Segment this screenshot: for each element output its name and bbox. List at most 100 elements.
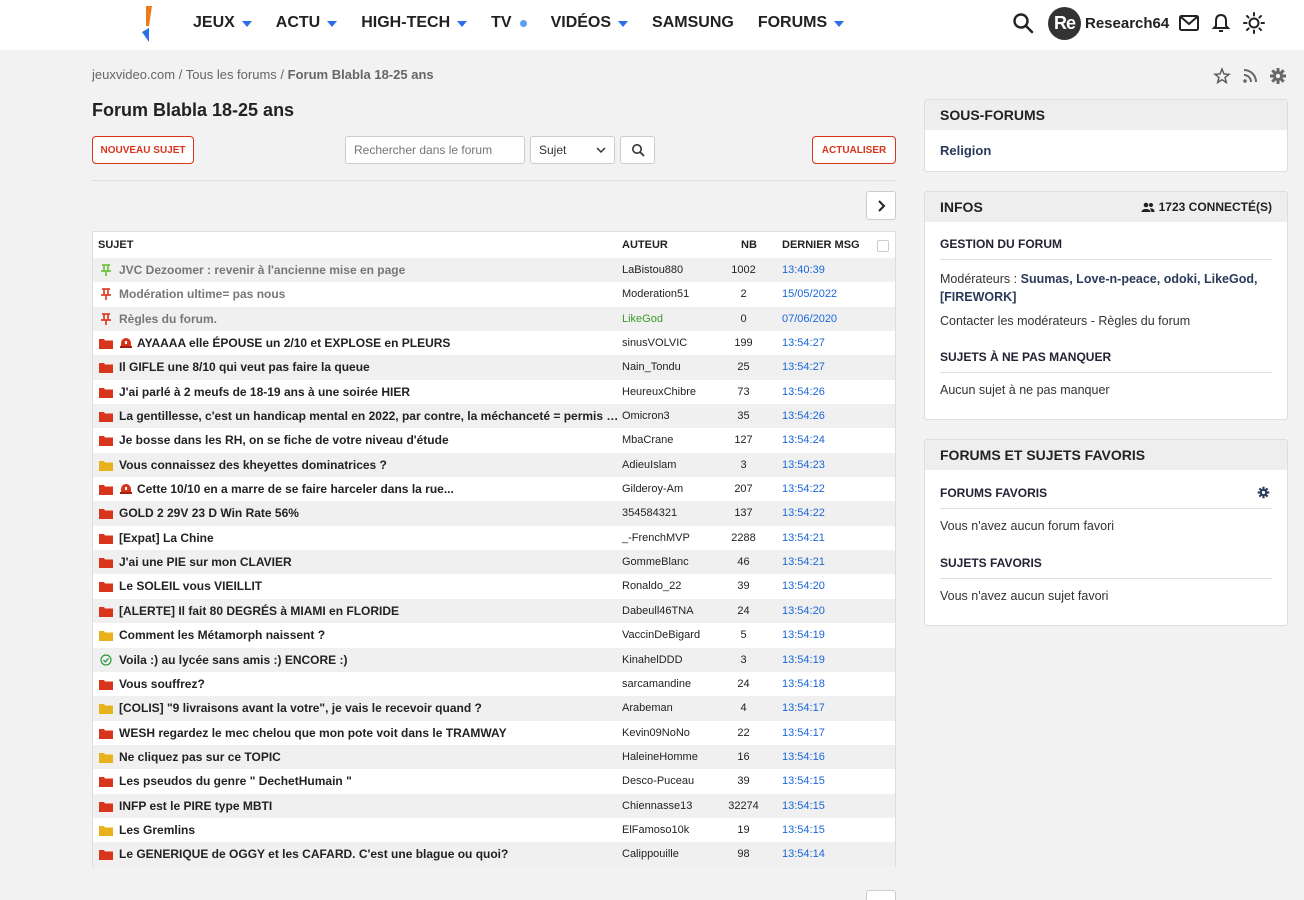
table-row[interactable]: GOLD 2 29V 23 D Win Rate 56% 354584321 137…: [93, 501, 895, 526]
topic-author[interactable]: Nain_Tondu: [622, 361, 681, 373]
topic-last-message-link[interactable]: 13:54:27: [782, 337, 825, 349]
contact-moderators-link[interactable]: Contacter les modérateurs - Règles du fo…: [940, 314, 1272, 328]
topic-title-link[interactable]: Il GIFLE une 8/10 qui veut pas faire la …: [119, 360, 619, 374]
theme-sun-icon[interactable]: [1243, 12, 1265, 34]
table-row[interactable]: Le SOLEIL vous VIEILLIT Ronaldo_22 39 13:54…: [93, 574, 895, 598]
topic-title-link[interactable]: La gentillesse, c'est un handicap mental…: [119, 409, 619, 423]
topic-author[interactable]: Omicron3: [622, 410, 670, 422]
topic-last-message-link[interactable]: 13:54:26: [782, 386, 825, 398]
topic-title-link[interactable]: Je bosse dans les RH, on se fiche de vot…: [119, 433, 619, 447]
topic-last-message-link[interactable]: 13:54:15: [782, 775, 825, 787]
topic-last-message-link[interactable]: 07/06/2020: [782, 313, 837, 325]
topic-title-link[interactable]: INFP est le PIRE type MBTI: [119, 799, 619, 813]
topic-title-link[interactable]: Vous connaissez des kheyettes dominatric…: [119, 458, 619, 472]
topic-title-link[interactable]: Règles du forum.: [119, 312, 619, 326]
table-row[interactable]: Vous connaissez des kheyettes dominatric…: [93, 452, 895, 478]
topic-title-link[interactable]: Ne cliquez pas sur ce TOPIC: [119, 750, 619, 764]
topic-last-message-link[interactable]: 13:54:24: [782, 434, 825, 446]
nav-item-high-tech[interactable]: HIGH-TECH: [361, 14, 468, 32]
topic-author[interactable]: HeureuxChibre: [622, 386, 696, 398]
topic-title-link[interactable]: [Expat] La Chine: [119, 531, 619, 545]
table-row[interactable]: AYAAAA elle ÉPOUSE un 2/10 et EXPLOSE en…: [93, 331, 895, 355]
forum-search-button[interactable]: [620, 136, 655, 164]
next-page-button[interactable]: [866, 191, 896, 220]
topic-title-link[interactable]: Voila :) au lycée sans amis :) ENCORE :): [119, 653, 619, 667]
topic-title-link[interactable]: Cette 10/10 en a marre de se faire harce…: [119, 482, 619, 496]
topic-author[interactable]: KinahelDDD: [622, 654, 683, 666]
topic-last-message-link[interactable]: 13:54:19: [782, 654, 825, 666]
table-row[interactable]: [Expat] La Chine _-FrenchMVP 2288 13:54:21: [93, 526, 895, 550]
topic-last-message-link[interactable]: 13:54:26: [782, 410, 825, 422]
topic-author[interactable]: LikeGod: [622, 313, 663, 325]
table-row[interactable]: Cette 10/10 en a marre de se faire harce…: [93, 477, 895, 501]
topic-title-link[interactable]: J'ai une PIE sur mon CLAVIER: [119, 555, 619, 569]
username[interactable]: Research64: [1085, 15, 1169, 32]
table-row[interactable]: Modération ultime= pas nous Moderation51 2…: [93, 282, 895, 306]
table-row[interactable]: WESH regardez le mec chelou que mon pote…: [93, 721, 895, 745]
table-row[interactable]: [ALERTE] Il fait 80 DEGRÉS à MIAMI en FL…: [93, 598, 895, 624]
topic-author[interactable]: Dabeull46TNA: [622, 605, 694, 617]
topic-author[interactable]: Desco-Puceau: [622, 775, 694, 787]
topic-last-message-link[interactable]: 13:54:20: [782, 580, 825, 592]
nav-item-vidéos[interactable]: VIDÉOS: [551, 14, 629, 32]
topic-last-message-link[interactable]: 13:54:27: [782, 361, 825, 373]
subforum-link[interactable]: Religion: [940, 143, 1272, 158]
refresh-button[interactable]: ACTUALISER: [812, 136, 896, 164]
next-page-button-bottom[interactable]: [866, 890, 896, 900]
table-row[interactable]: Je bosse dans les RH, on se fiche de vot…: [93, 428, 895, 452]
nav-item-tv[interactable]: TV: [491, 14, 527, 32]
topic-author[interactable]: Chiennasse13: [622, 800, 692, 812]
table-row[interactable]: Voila :) au lycée sans amis :) ENCORE :)…: [93, 647, 895, 672]
topic-author[interactable]: sarcamandine: [622, 678, 691, 690]
new-topic-button[interactable]: NOUVEAU SUJET: [92, 136, 194, 164]
table-row[interactable]: Les Gremlins ElFamoso10k 19 13:54:15: [93, 818, 895, 842]
topic-title-link[interactable]: GOLD 2 29V 23 D Win Rate 56%: [119, 506, 619, 520]
table-row[interactable]: Il GIFLE une 8/10 qui veut pas faire la …: [93, 355, 895, 380]
topic-author[interactable]: LaBistou880: [622, 264, 683, 276]
mail-icon[interactable]: [1178, 12, 1200, 34]
star-icon[interactable]: [1213, 67, 1231, 85]
table-row[interactable]: J'ai une PIE sur mon CLAVIER GommeBlanc 46…: [93, 550, 895, 575]
table-row[interactable]: Les pseudos du genre " DechetHumain " Des…: [93, 769, 895, 793]
topic-last-message-link[interactable]: 13:54:21: [782, 556, 825, 568]
table-row[interactable]: La gentillesse, c'est un handicap mental…: [93, 404, 895, 429]
topic-title-link[interactable]: Le SOLEIL vous VIEILLIT: [119, 579, 619, 593]
table-row[interactable]: Ne cliquez pas sur ce TOPIC HaleineHomme 1…: [93, 744, 895, 770]
topic-last-message-link[interactable]: 13:54:22: [782, 483, 825, 495]
topic-author[interactable]: ElFamoso10k: [622, 824, 689, 836]
topic-title-link[interactable]: Modération ultime= pas nous: [119, 287, 619, 301]
topic-last-message-link[interactable]: 13:54:20: [782, 605, 825, 617]
nav-item-jeux[interactable]: JEUX: [193, 14, 252, 32]
topic-last-message-link[interactable]: 13:54:15: [782, 800, 825, 812]
topic-title-link[interactable]: JVC Dezoomer : revenir à l'ancienne mise…: [119, 263, 619, 277]
nav-item-actu[interactable]: ACTU: [276, 14, 338, 32]
forum-search-input[interactable]: [345, 136, 525, 164]
select-all-checkbox[interactable]: [877, 240, 889, 252]
topic-author[interactable]: GommeBlanc: [622, 556, 689, 568]
table-row[interactable]: Vous souffrez? sarcamandine 24 13:54:18: [93, 672, 895, 696]
topic-title-link[interactable]: WESH regardez le mec chelou que mon pote…: [119, 726, 619, 740]
topic-last-message-link[interactable]: 13:54:14: [782, 848, 825, 860]
table-row[interactable]: JVC Dezoomer : revenir à l'ancienne mise…: [93, 258, 895, 283]
topic-author[interactable]: AdieuIslam: [622, 459, 676, 471]
gear-icon[interactable]: [1269, 67, 1287, 85]
topic-last-message-link[interactable]: 13:54:17: [782, 702, 825, 714]
search-scope-select[interactable]: Sujet: [530, 136, 615, 164]
table-row[interactable]: Le GENERIQUE de OGGY et les CAFARD. C'es…: [93, 842, 895, 867]
topic-author[interactable]: HaleineHomme: [622, 751, 698, 763]
rss-icon[interactable]: [1241, 67, 1259, 85]
topic-author[interactable]: Ronaldo_22: [622, 580, 681, 592]
topic-title-link[interactable]: [ALERTE] Il fait 80 DEGRÉS à MIAMI en FL…: [119, 604, 619, 618]
topic-title-link[interactable]: J'ai parlé à 2 meufs de 18-19 ans à une …: [119, 385, 619, 399]
table-row[interactable]: Règles du forum. LikeGod 0 07/06/2020: [93, 306, 895, 332]
avatar[interactable]: Re: [1048, 7, 1081, 40]
topic-title-link[interactable]: Vous souffrez?: [119, 677, 619, 691]
topic-title-link[interactable]: AYAAAA elle ÉPOUSE un 2/10 et EXPLOSE en…: [119, 336, 619, 350]
topic-title-link[interactable]: Les Gremlins: [119, 823, 619, 837]
topic-last-message-link[interactable]: 13:54:17: [782, 727, 825, 739]
nav-item-forums[interactable]: FORUMS: [758, 14, 845, 32]
topic-author[interactable]: Kevin09NoNo: [622, 727, 690, 739]
topic-author[interactable]: _-FrenchMVP: [622, 532, 690, 544]
topic-last-message-link[interactable]: 13:54:23: [782, 459, 825, 471]
table-row[interactable]: INFP est le PIRE type MBTI Chiennasse13 32…: [93, 793, 895, 818]
